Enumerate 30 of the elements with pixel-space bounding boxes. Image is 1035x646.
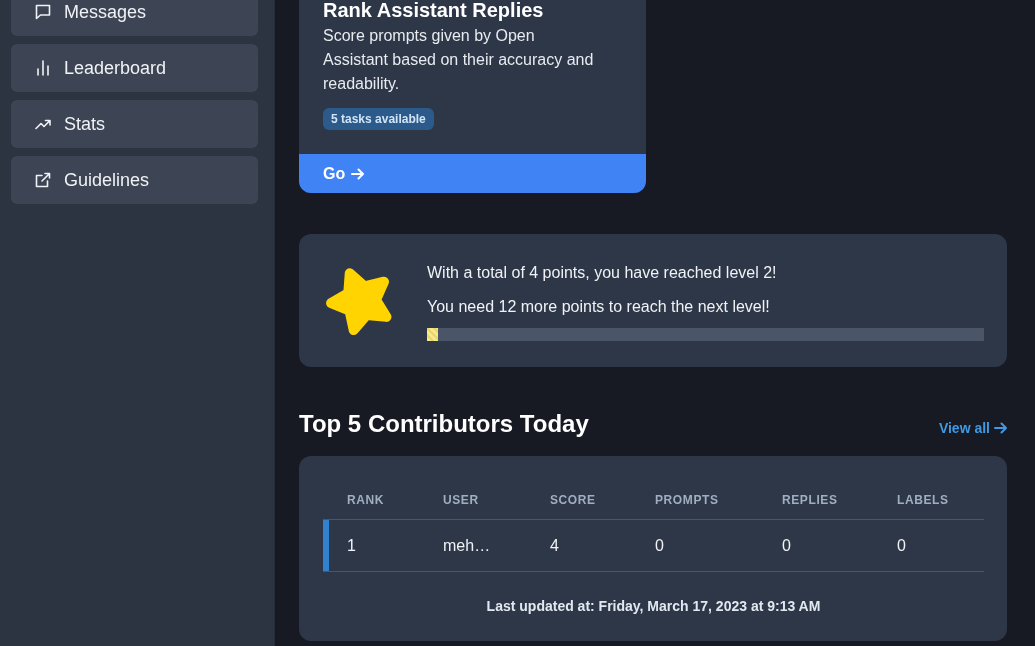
sidebar-link[interactable]: Leaderboard <box>11 44 258 92</box>
task-description: Score prompts given by Open Assistant based on their accuracy and readability. <box>323 26 595 94</box>
task-count-badge: 5 tasks available <box>323 108 434 130</box>
column-header: SCORE <box>526 480 631 520</box>
task-title: Rank Assistant Replies <box>323 0 545 20</box>
speech-bubble-icon <box>35 4 51 20</box>
column-header: LABELS <box>873 480 984 520</box>
view-all-link[interactable]: View all <box>938 418 1007 438</box>
column-header: PROMPTS <box>631 480 758 520</box>
table-cell: 0 <box>873 520 984 572</box>
table-cell: 0 <box>758 520 873 572</box>
sidebar-link[interactable]: Guidelines <box>11 156 258 204</box>
table-cell: meh… <box>419 520 526 572</box>
column-header: REPLIES <box>758 480 873 520</box>
arrow-right-icon <box>994 421 1007 435</box>
column-header: RANK <box>323 480 419 520</box>
last-updated-text: Last updated at: Friday, March 17, 2023 at 9:13 AM <box>485 597 822 616</box>
level-message: With a total of 4 points, you have reached level 2! <box>427 263 778 283</box>
table-cell: 4 <box>526 520 631 572</box>
table-cell: 1 <box>323 520 419 572</box>
table-cell: 0 <box>631 520 758 572</box>
external-link-icon <box>35 172 51 188</box>
arrow-right-icon <box>351 166 365 181</box>
column-header: USER <box>419 480 526 520</box>
sidebar-link[interactable]: Stats <box>11 100 258 148</box>
go-button[interactable]: Go <box>299 154 646 193</box>
level-message: You need 12 more points to reach the next level! <box>427 297 771 317</box>
section-title: Top 5 Contributors Today <box>299 409 589 439</box>
bar-chart-icon <box>35 60 51 76</box>
sidebar-link[interactable]: Messages <box>11 0 258 36</box>
